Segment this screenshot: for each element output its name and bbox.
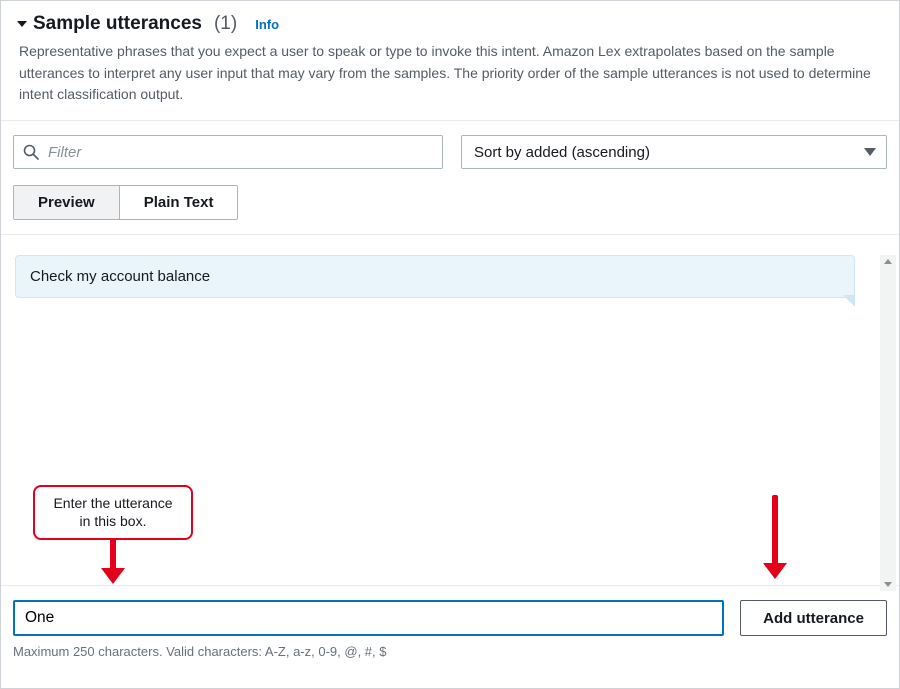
filter-wrap (13, 135, 443, 169)
chevron-down-icon (864, 148, 876, 156)
annotation-button-arrow (763, 497, 787, 579)
sort-select[interactable]: Sort by added (ascending) (461, 135, 887, 169)
section-description: Representative phrases that you expect a… (19, 41, 879, 106)
search-icon (23, 144, 39, 160)
utterances-list: Check my account balance Enter the utter… (1, 235, 899, 585)
scrollbar[interactable] (880, 255, 896, 591)
add-utterance-button[interactable]: Add utterance (740, 600, 887, 636)
scroll-up-icon (884, 259, 892, 264)
input-hint-text: Maximum 250 characters. Valid characters… (1, 640, 899, 659)
sort-select-value: Sort by added (ascending) (474, 144, 650, 161)
title-row: Sample utterances (1) Info (19, 13, 881, 35)
arrow-down-icon (763, 495, 787, 579)
panel-header: Sample utterances (1) Info Representativ… (1, 1, 899, 121)
view-tabs: Preview Plain Text (13, 185, 238, 220)
controls-row: Sort by added (ascending) (1, 121, 899, 169)
collapse-toggle-icon[interactable] (17, 21, 27, 27)
add-utterance-row: Add utterance (1, 586, 899, 640)
callout-box: Enter the utterance in this box. (33, 485, 193, 540)
section-title: Sample utterances (33, 13, 202, 35)
tab-preview[interactable]: Preview (14, 186, 119, 219)
arrow-down-icon (101, 538, 125, 584)
sample-utterances-panel: Sample utterances (1) Info Representativ… (0, 0, 900, 689)
scroll-down-icon (884, 582, 892, 587)
info-link[interactable]: Info (255, 17, 279, 32)
tab-plain-text[interactable]: Plain Text (119, 186, 238, 219)
utterance-text: Check my account balance (30, 268, 210, 285)
utterance-bubble[interactable]: Check my account balance (15, 255, 855, 298)
annotation-input-hint: Enter the utterance in this box. (33, 485, 193, 584)
utterance-input[interactable] (13, 600, 724, 636)
utterance-count: (1) (214, 13, 237, 35)
filter-input[interactable] (13, 135, 443, 169)
